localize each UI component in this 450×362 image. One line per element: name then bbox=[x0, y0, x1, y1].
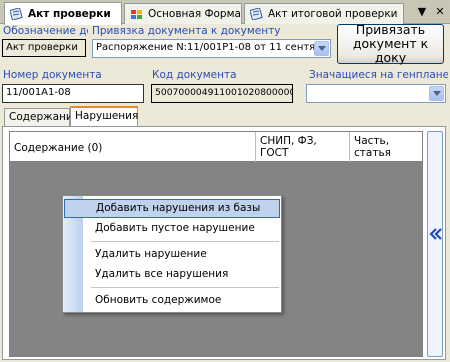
plan-objects-label: Значащиеся на генплане объ bbox=[309, 69, 448, 81]
close-icon[interactable]: ✕ bbox=[434, 5, 446, 18]
tab-narusheniya[interactable]: Нарушения bbox=[70, 106, 138, 127]
document-icon bbox=[250, 8, 263, 20]
grid-header: Содержание (0) СНИП, ФЗ, ГОСТ Часть, ста… bbox=[10, 132, 422, 162]
chevron-down-icon[interactable] bbox=[429, 86, 444, 101]
binding-select[interactable]: Распоряжение N:11/001Р1-08 от 11 сентябр… bbox=[92, 39, 331, 58]
plan-objects-select[interactable] bbox=[306, 84, 446, 103]
attach-document-button[interactable]: Привязать документ к доку bbox=[337, 23, 444, 65]
context-menu: Добавить нарушения из базы Добавить пуст… bbox=[62, 195, 282, 313]
doc-code-field[interactable]: 5007000049110010208000001 bbox=[151, 84, 293, 103]
tab-label: Основная Форма bbox=[148, 8, 241, 20]
double-chevron-left-icon[interactable] bbox=[429, 227, 442, 241]
tab-soderzhanie[interactable]: Содержание bbox=[4, 108, 79, 126]
designation-label: Обозначение док bbox=[3, 25, 88, 37]
menu-item-add-empty[interactable]: Добавить пустое нарушение bbox=[63, 219, 281, 238]
document-icon bbox=[10, 8, 23, 20]
tab-akt-proverki[interactable]: Акт проверки bbox=[4, 2, 122, 25]
form-icon bbox=[131, 10, 142, 19]
designation-field[interactable]: Акт проверки bbox=[2, 39, 86, 57]
column-header-snip[interactable]: СНИП, ФЗ, ГОСТ bbox=[256, 132, 350, 162]
window-controls: ▼ ✕ bbox=[416, 5, 446, 18]
menu-item-add-from-db[interactable]: Добавить нарушения из базы bbox=[64, 199, 280, 218]
document-tab-strip: Акт проверки Основная Форма Акт итоговой… bbox=[0, 0, 450, 25]
tab-label: Акт итоговой проверки bbox=[268, 8, 398, 20]
menu-separator bbox=[91, 241, 279, 242]
menu-item-delete[interactable]: Удалить нарушение bbox=[63, 245, 281, 264]
collapse-side-bar[interactable] bbox=[427, 131, 443, 357]
tab-osnovnaya-forma[interactable]: Основная Форма bbox=[124, 3, 242, 24]
menu-separator bbox=[91, 287, 279, 288]
tab-label: Акт проверки bbox=[28, 8, 111, 20]
binding-select-value: Распоряжение N:11/001Р1-08 от 11 сентябр… bbox=[96, 42, 327, 53]
doc-code-label: Код документа bbox=[152, 69, 237, 81]
tab-akt-itogovoy-proverki[interactable]: Акт итоговой проверки bbox=[244, 3, 404, 24]
doc-number-label: Номер документа bbox=[3, 69, 102, 81]
menu-item-delete-all[interactable]: Удалить все нарушения bbox=[63, 265, 281, 284]
dropdown-icon[interactable]: ▼ bbox=[416, 5, 428, 18]
column-header-content[interactable]: Содержание (0) bbox=[10, 132, 256, 162]
binding-label: Привязка документа к документу bbox=[92, 25, 281, 37]
column-header-part-article[interactable]: Часть, статья bbox=[350, 132, 424, 162]
doc-number-field[interactable]: 11/001А1-08 bbox=[2, 84, 144, 103]
chevron-down-icon[interactable] bbox=[314, 41, 329, 56]
menu-item-refresh[interactable]: Обновить содержимое bbox=[63, 291, 281, 310]
